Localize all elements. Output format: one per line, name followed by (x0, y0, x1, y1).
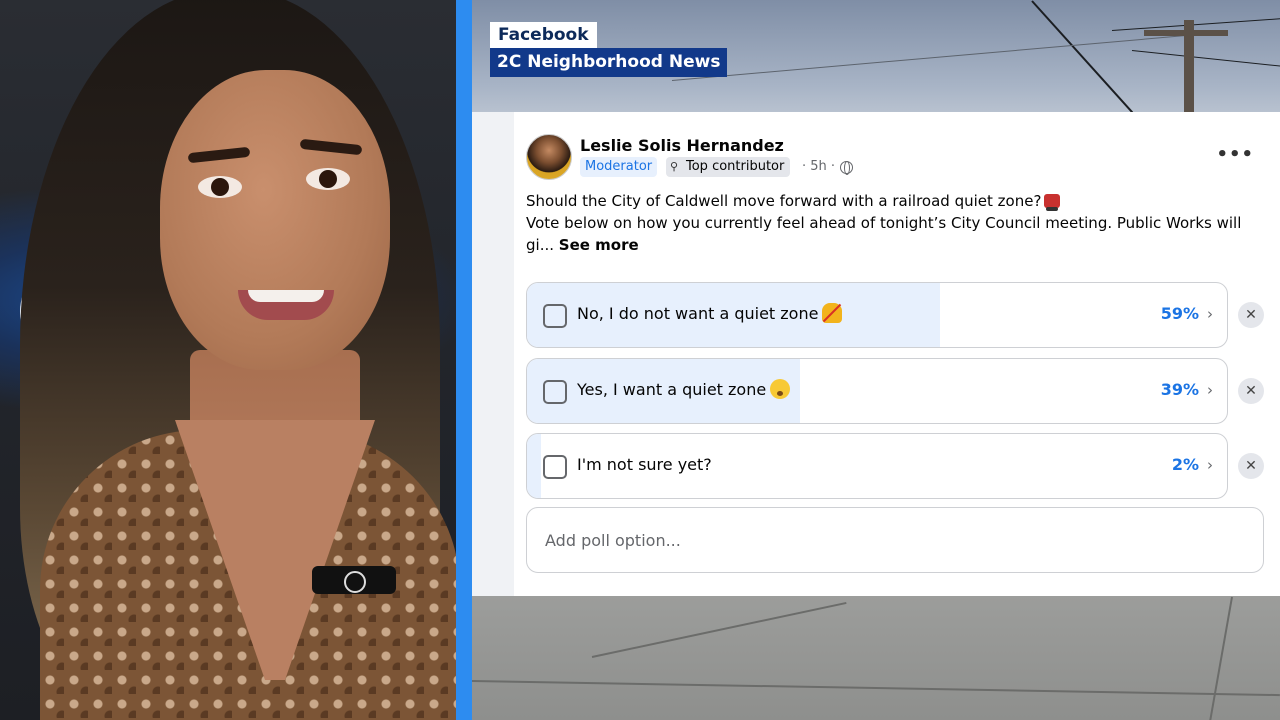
remove-option-button[interactable]: ✕ (1238, 453, 1264, 479)
post-text-line-2: Vote below on how you currently feel ahe… (526, 214, 1242, 232)
poll-option-no[interactable]: No, I do not want a quiet zone 59% › (526, 282, 1228, 348)
utility-pole-crossarm (1144, 30, 1228, 36)
poll-option-label: Yes, I want a quiet zone (577, 359, 791, 421)
poll-checkbox[interactable] (543, 380, 567, 404)
no-bell-icon (822, 303, 843, 323)
moderator-badge[interactable]: Moderator (580, 157, 658, 177)
facebook-post-card: Leslie Solis Hernandez Moderator ⚲ Top co… (472, 112, 1280, 596)
power-line (1131, 50, 1280, 67)
poll-option-text: Yes, I want a quiet zone (577, 380, 767, 399)
remove-option-button[interactable]: ✕ (1238, 378, 1264, 404)
poll-option-percent[interactable]: 2% (1172, 434, 1199, 496)
see-more-link[interactable]: See more (559, 236, 639, 254)
award-icon: ⚲ (670, 160, 679, 173)
poll-option-percent[interactable]: 59% (1161, 283, 1199, 345)
more-icon[interactable]: ••• (1216, 144, 1254, 165)
presenter-photo (0, 0, 456, 720)
poll-option-yes[interactable]: Yes, I want a quiet zone 39% › (526, 358, 1228, 424)
post-text-line-1: Should the City of Caldwell move forward… (526, 190, 1266, 212)
post-truncated-text: gi... (526, 236, 554, 254)
train-emoji-icon (1044, 194, 1061, 211)
presenter-mouth (238, 290, 334, 320)
top-contributor-badge[interactable]: ⚲ Top contributor (666, 157, 791, 177)
presenter-right-eye (306, 168, 350, 190)
split-divider (456, 0, 472, 720)
post-question: Should the City of Caldwell move forward… (526, 192, 1042, 210)
author-avatar[interactable] (526, 134, 572, 180)
post-text-line-3: gi... See more (526, 234, 1266, 256)
presenter-face (160, 70, 390, 370)
power-line (671, 34, 1191, 81)
poll-option-text: No, I do not want a quiet zone (577, 304, 819, 323)
shushing-face-icon (770, 379, 791, 399)
lapel-microphone (312, 566, 396, 594)
remove-option-button[interactable]: ✕ (1238, 302, 1264, 328)
source-tag: Facebook (490, 22, 597, 48)
power-line (1031, 0, 1134, 114)
add-poll-option-input[interactable] (526, 507, 1264, 573)
sidewalk-seam (591, 601, 847, 658)
sidewalk-seam (472, 680, 1280, 697)
poll-option-fill (527, 434, 541, 498)
post-timestamp[interactable]: · 5h · (802, 158, 835, 176)
chevron-right-icon: › (1207, 305, 1213, 323)
chevron-right-icon: › (1207, 456, 1213, 474)
globe-icon (840, 161, 853, 175)
poll-checkbox[interactable] (543, 304, 567, 328)
top-contributor-label: Top contributor (686, 159, 785, 174)
poll-option-label: I'm not sure yet? (577, 455, 712, 474)
poll-option-percent[interactable]: 39% (1161, 359, 1199, 421)
poll-option-label: No, I do not want a quiet zone (577, 283, 843, 345)
card-edge (472, 112, 514, 596)
post-body: Should the City of Caldwell move forward… (526, 190, 1266, 256)
poll-checkbox[interactable] (543, 455, 567, 479)
chevron-right-icon: › (1207, 381, 1213, 399)
poll-option-not-sure[interactable]: I'm not sure yet? 2% › (526, 433, 1228, 499)
presenter-left-eye (198, 176, 242, 198)
group-name-tag: 2C Neighborhood News (490, 48, 728, 77)
sidewalk (472, 596, 1280, 720)
sidewalk-seam (1208, 596, 1233, 720)
author-name[interactable]: Leslie Solis Hernandez (580, 136, 784, 155)
